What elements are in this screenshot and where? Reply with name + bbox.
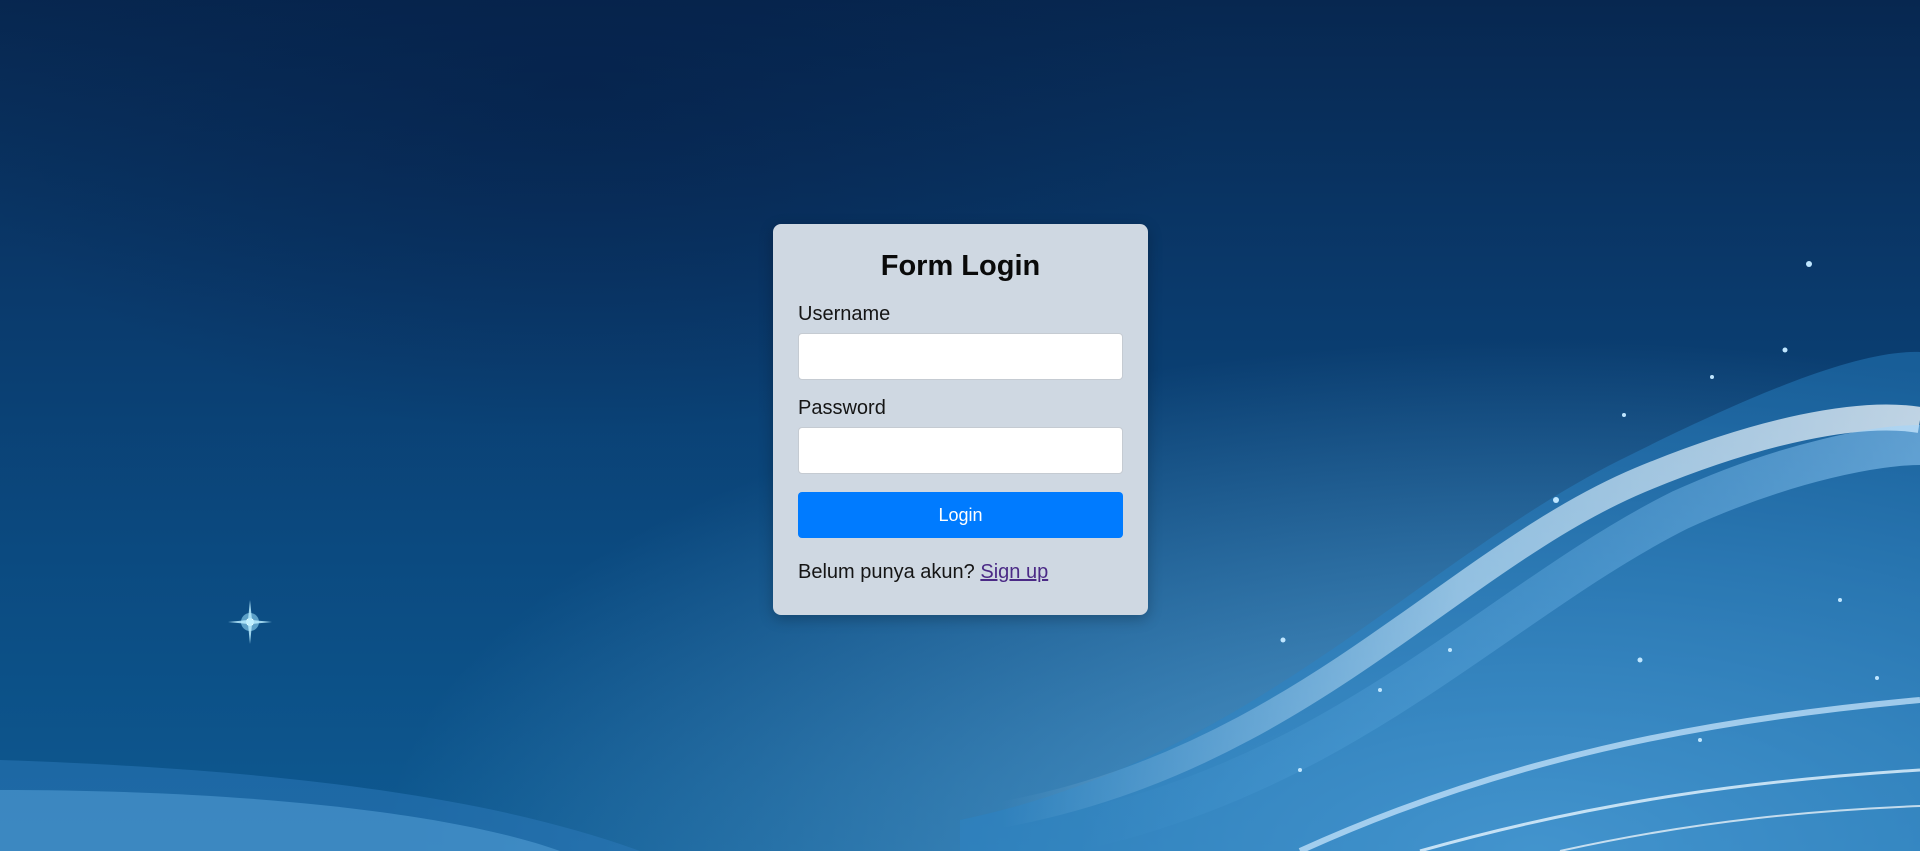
signup-link[interactable]: Sign up <box>980 561 1048 583</box>
password-input[interactable] <box>798 427 1123 474</box>
signup-prompt: Belum punya akun? <box>798 561 975 583</box>
username-label: Username <box>798 303 891 325</box>
signup-row: Belum punya akun? Sign up <box>798 560 1123 584</box>
login-form-card: Form Login Username Password Login Belum… <box>773 224 1148 615</box>
password-label: Password <box>798 397 886 419</box>
login-button[interactable]: Login <box>798 492 1123 538</box>
username-input[interactable] <box>798 333 1123 380</box>
form-title: Form Login <box>880 250 1041 282</box>
